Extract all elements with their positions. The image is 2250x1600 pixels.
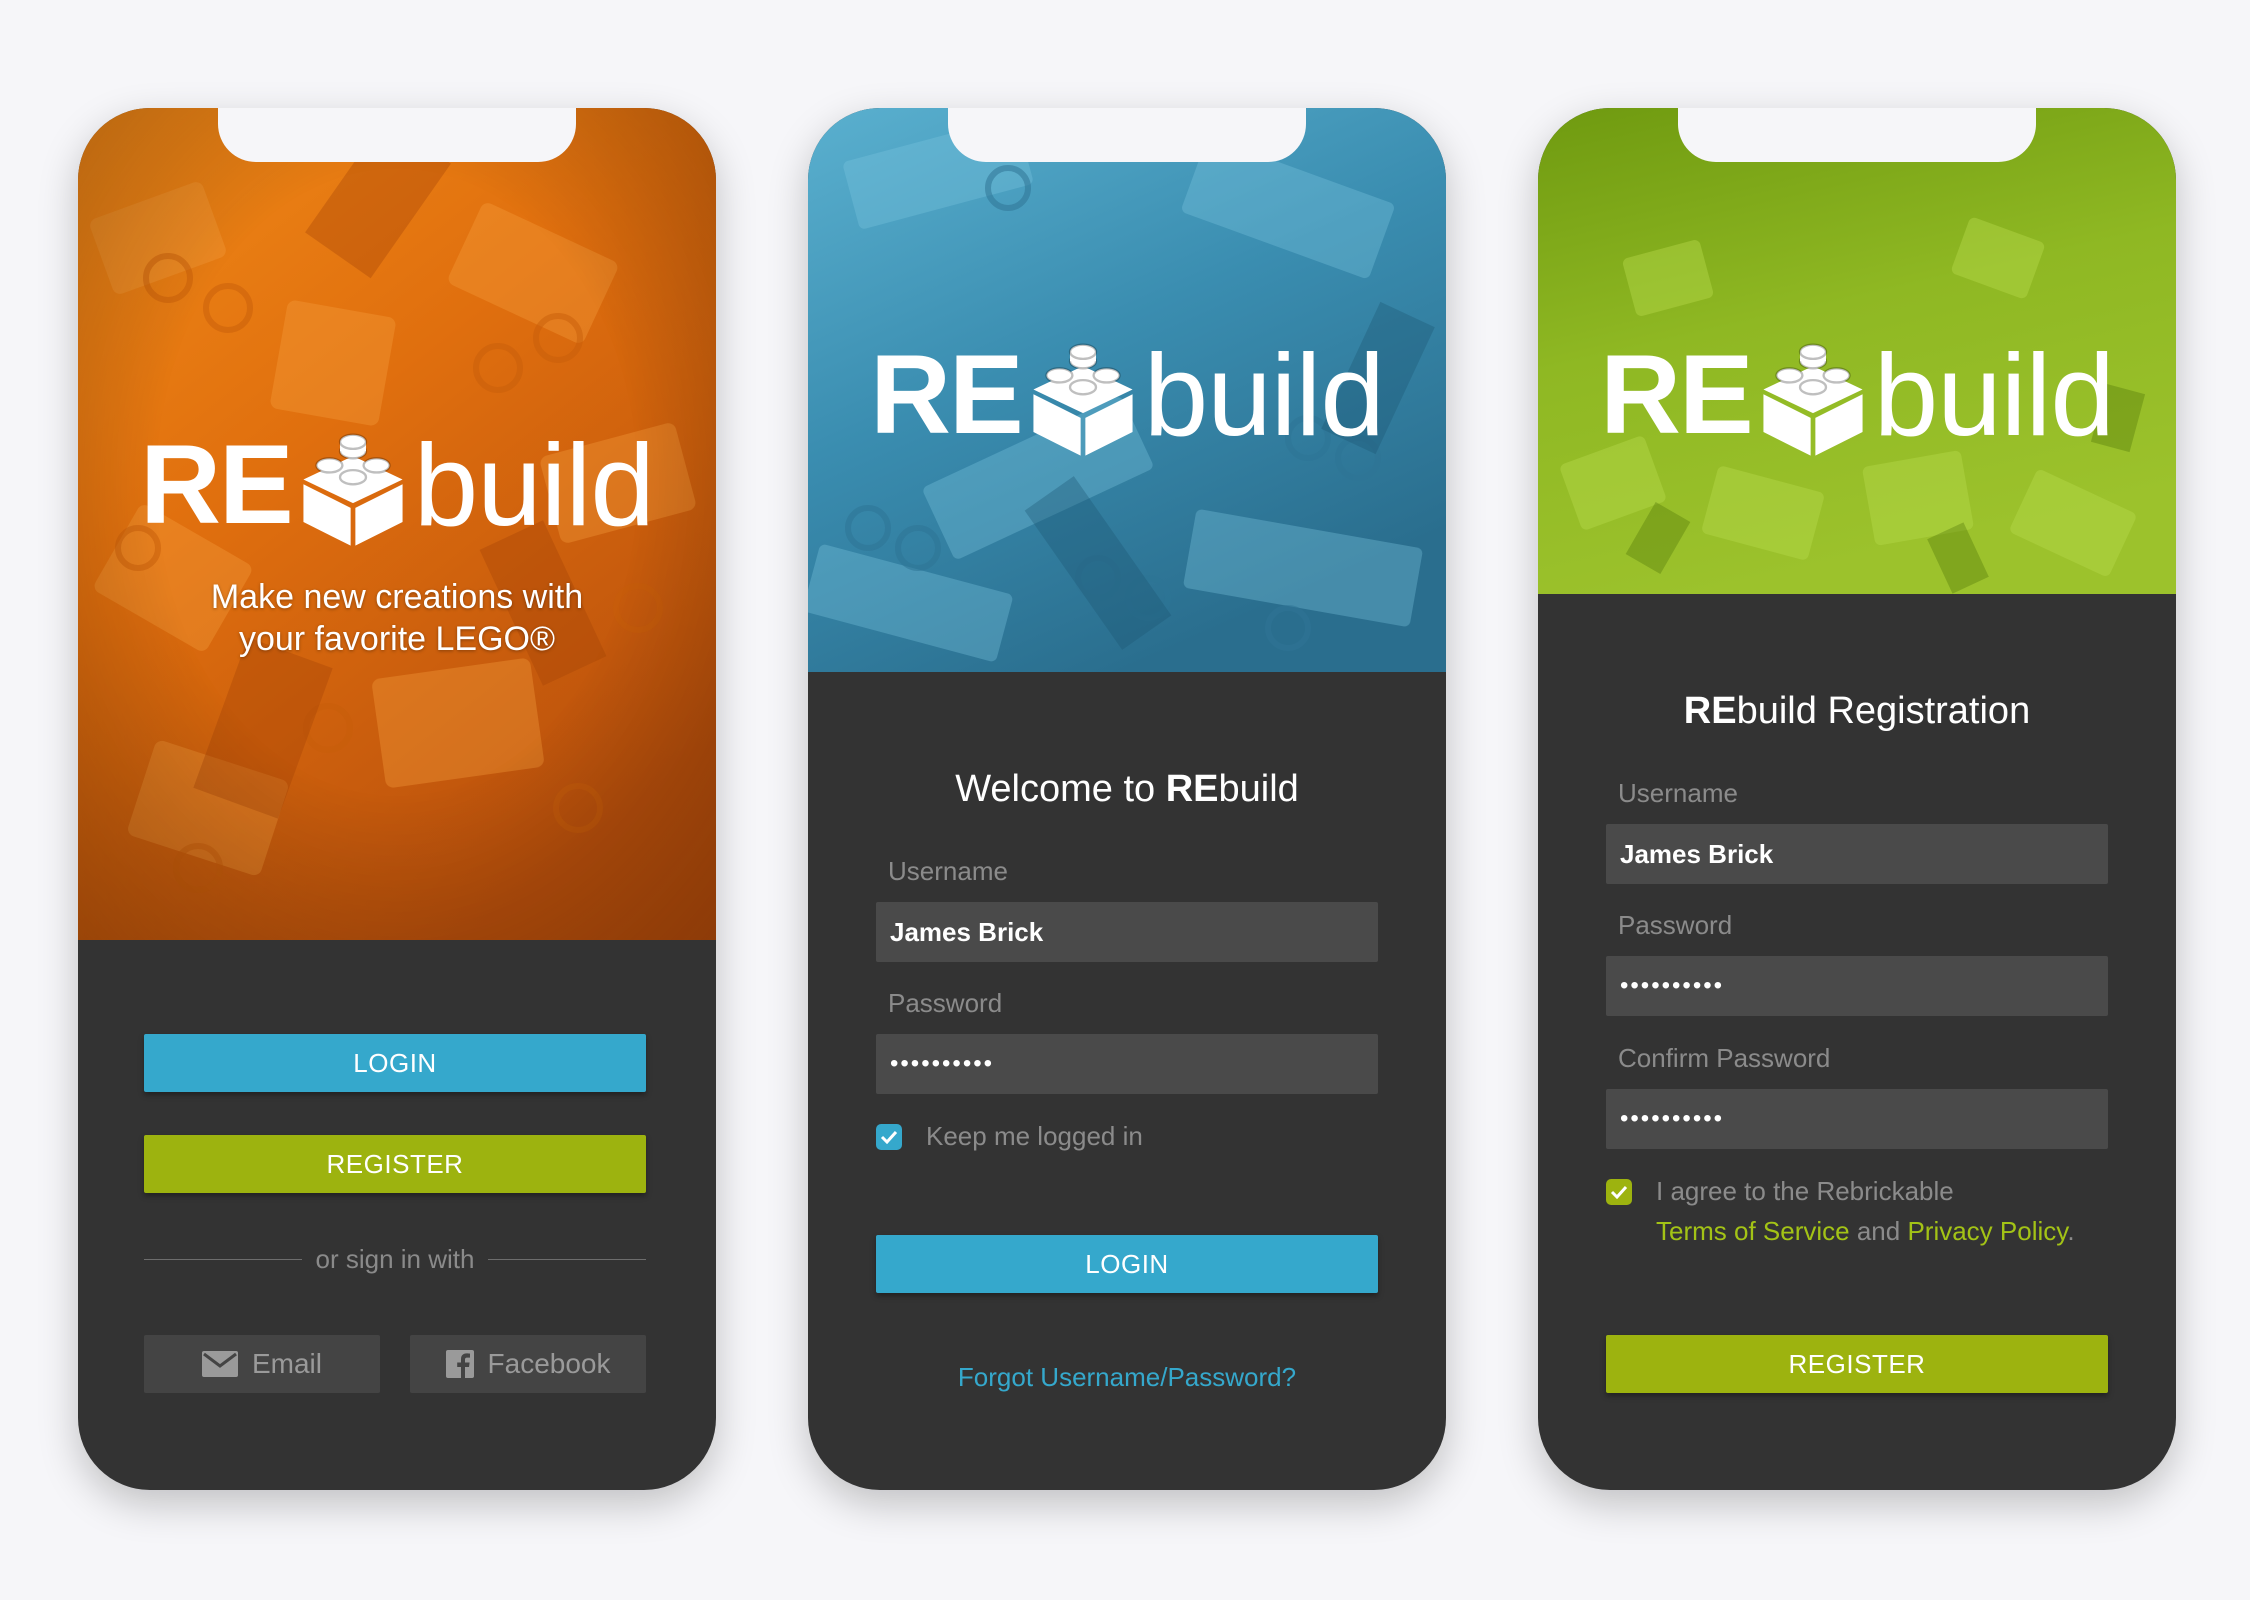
phone-notch xyxy=(218,108,576,162)
register-button[interactable]: REGISTER xyxy=(1606,1335,2108,1393)
brick-logo-icon xyxy=(1033,343,1133,456)
terms-of-service-link[interactable]: Terms of Service xyxy=(1656,1216,1850,1246)
registration-title: REbuild Registration xyxy=(1538,690,2176,733)
checkmark-icon xyxy=(1610,1185,1628,1199)
username-field[interactable]: James Brick xyxy=(1606,824,2108,884)
brick-logo-icon xyxy=(1763,343,1863,456)
period-text: . xyxy=(2067,1216,2075,1246)
password-field[interactable]: •••••••••• xyxy=(876,1034,1378,1094)
privacy-policy-link[interactable]: Privacy Policy xyxy=(1907,1216,2067,1246)
phone-notch xyxy=(948,108,1306,162)
divider-line-left xyxy=(144,1259,302,1260)
facebook-label: Facebook xyxy=(487,1348,611,1379)
tagline-line-2: your favorite LEGO® xyxy=(238,620,556,658)
username-label: Username xyxy=(1618,778,1738,808)
title-prefix: Welcome to xyxy=(955,768,1166,810)
forgot-credentials-link[interactable]: Forgot Username/Password? xyxy=(808,1362,1446,1393)
agree-terms-label: I agree to the Rebrickable Terms of Serv… xyxy=(1656,1171,2075,1251)
password-label: Password xyxy=(888,988,1003,1018)
or-sign-in-divider: or sign in with xyxy=(144,1244,646,1275)
phone-login-screen: RE build Welcome to REbuild Username Jam… xyxy=(808,108,1446,1490)
logo-re-text: RE xyxy=(1600,332,1754,457)
rebuild-logo: RE build xyxy=(78,420,716,550)
phone-registration-screen: RE build REbuild Registration Username J… xyxy=(1538,108,2176,1490)
phone-welcome-screen: RE build Make new creations with your fa… xyxy=(78,108,716,1490)
agree-terms-checkbox[interactable] xyxy=(1606,1179,1632,1205)
rebuild-logo: RE build xyxy=(808,330,1446,460)
title-build: build xyxy=(1218,768,1299,810)
brick-logo-icon xyxy=(303,433,403,546)
facebook-icon xyxy=(445,1350,474,1378)
register-button[interactable]: REGISTER xyxy=(144,1135,646,1193)
logo-re-text: RE xyxy=(870,332,1024,457)
username-label: Username xyxy=(888,856,1008,886)
facebook-sign-in-button[interactable]: Facebook xyxy=(410,1335,646,1393)
title-re: RE xyxy=(1165,768,1219,810)
logo-re-text: RE xyxy=(140,422,294,547)
rebuild-logo: RE build xyxy=(1538,330,2176,460)
agree-text: I agree to the Rebrickable xyxy=(1656,1176,1954,1206)
title-re: RE xyxy=(1683,690,1737,732)
password-label: Password xyxy=(1618,910,1733,940)
keep-logged-in-label: Keep me logged in xyxy=(926,1121,1143,1151)
login-title: Welcome to REbuild xyxy=(808,768,1446,811)
phone-notch xyxy=(1678,108,2036,162)
divider-text: or sign in with xyxy=(315,1244,475,1274)
email-sign-in-button[interactable]: Email xyxy=(144,1335,380,1393)
email-icon xyxy=(201,1351,238,1377)
logo-build-text: build xyxy=(413,420,655,550)
keep-logged-in-checkbox[interactable] xyxy=(876,1124,902,1150)
divider-line-right xyxy=(488,1259,646,1260)
login-button[interactable]: LOGIN xyxy=(144,1034,646,1092)
checkmark-icon xyxy=(880,1130,898,1144)
title-rest: build Registration xyxy=(1736,690,2031,732)
agree-links-line: Terms of Service and Privacy Policy. xyxy=(1656,1211,2075,1251)
username-field[interactable]: James Brick xyxy=(876,902,1378,962)
login-button[interactable]: LOGIN xyxy=(876,1235,1378,1293)
tagline-line-1: Make new creations with xyxy=(210,578,584,616)
confirm-password-label: Confirm Password xyxy=(1618,1043,1831,1073)
logo-build-text: build xyxy=(1143,330,1385,460)
confirm-password-field[interactable]: •••••••••• xyxy=(1606,1089,2108,1149)
password-field[interactable]: •••••••••• xyxy=(1606,956,2108,1016)
logo-build-text: build xyxy=(1873,330,2115,460)
tagline: Make new creations with your favorite LE… xyxy=(78,576,716,660)
and-text: and xyxy=(1849,1216,1908,1246)
email-label: Email xyxy=(251,1348,322,1379)
